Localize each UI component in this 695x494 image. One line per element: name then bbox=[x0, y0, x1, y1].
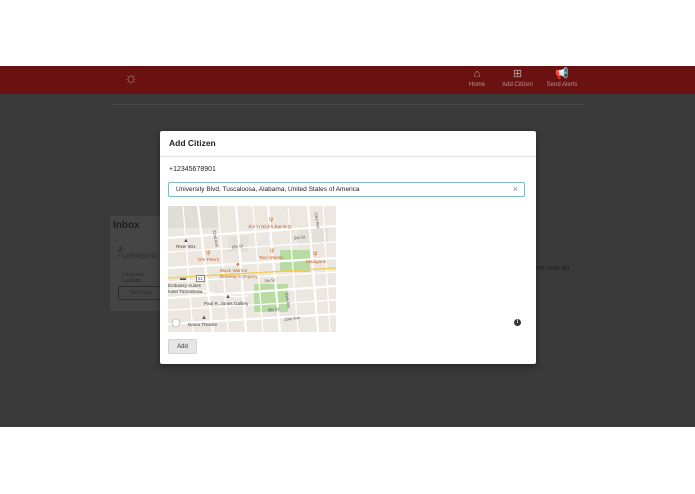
show-map-button[interactable]: Show Map bbox=[118, 286, 164, 300]
modal-header: Add Citizen bbox=[160, 131, 536, 157]
sun-logo-icon[interactable]: ☼ bbox=[121, 69, 141, 89]
map-label-bama: Bama Theatre bbox=[188, 322, 218, 327]
home-icon: ⌂ bbox=[473, 68, 481, 80]
theatre-pin-icon: ▲ bbox=[201, 315, 207, 321]
divider bbox=[110, 104, 585, 105]
gallery-pin-icon: ▲ bbox=[225, 294, 231, 300]
restaurant-pin-icon: ψ bbox=[270, 248, 275, 254]
map-label-river: River 601 bbox=[176, 244, 196, 249]
nav-add-citizen[interactable]: ⊞ Add Citizen bbox=[499, 68, 536, 92]
map-label-black-warrior: Black Warrior Brewing Company bbox=[220, 268, 258, 279]
phone-number: +12345678901 bbox=[169, 166, 216, 173]
nav-home[interactable]: ⌂ Home bbox=[466, 68, 488, 92]
inbox-phone: +12054502797 bbox=[118, 254, 159, 260]
inbox-row[interactable]: I'm at hos Location bbox=[122, 272, 144, 284]
map-label-embassy: Embassy Suites hotel Tuscaloosa bbox=[168, 283, 203, 294]
nav-home-label: Home bbox=[468, 82, 485, 88]
location-map[interactable]: ψ Jim 'n Nick's Bar-B-Q ▲ River 601 ψ Dr… bbox=[168, 206, 336, 332]
nav-send-alerts-label: Send Alerts bbox=[546, 82, 578, 88]
nav-add-citizen-label: Add Citizen bbox=[502, 82, 533, 88]
phone-icon: ✆ bbox=[118, 247, 124, 254]
highway-shield: 82 bbox=[196, 275, 205, 282]
navbar: ☼ ⌂ Home ⊞ Add Citizen 📢 Send Alerts bbox=[0, 66, 695, 94]
map-label-madigans: Madigans bbox=[306, 259, 326, 264]
side-text: ere was an bbox=[535, 265, 570, 272]
inbox-title: Inbox bbox=[113, 220, 140, 231]
nav-send-alerts[interactable]: 📢 Send Alerts bbox=[545, 68, 579, 92]
restaurant-pin-icon: ψ bbox=[313, 251, 318, 257]
modal-title: Add Citizen bbox=[169, 138, 216, 148]
info-icon[interactable]: i bbox=[514, 319, 521, 326]
address-value: University Blvd, Tuscaloosa, Alabama, Un… bbox=[176, 186, 360, 193]
restaurant-pin-icon: ψ bbox=[269, 217, 274, 223]
inbox-row-sub: Location bbox=[122, 278, 141, 284]
restaurant-pin-icon: ψ bbox=[206, 250, 211, 256]
add-square-icon: ⊞ bbox=[512, 68, 523, 80]
megaphone-icon: 📢 bbox=[555, 68, 569, 80]
map-label-taco: Taco Mama bbox=[259, 255, 283, 260]
close-x-icon[interactable]: × bbox=[513, 184, 518, 195]
map-label-paul-jones: Paul R. Jones Gallery bbox=[204, 301, 249, 306]
add-citizen-modal: Add Citizen +12345678901 University Blvd… bbox=[160, 131, 536, 364]
map-label-jims: Jim 'n Nick's Bar-B-Q bbox=[248, 224, 292, 229]
hotel-pin-icon: ▬ bbox=[180, 276, 186, 282]
map-label-dinos: Dre Pete's bbox=[198, 257, 220, 262]
add-button[interactable]: Add bbox=[168, 339, 197, 354]
address-input[interactable]: University Blvd, Tuscaloosa, Alabama, Un… bbox=[168, 182, 525, 197]
